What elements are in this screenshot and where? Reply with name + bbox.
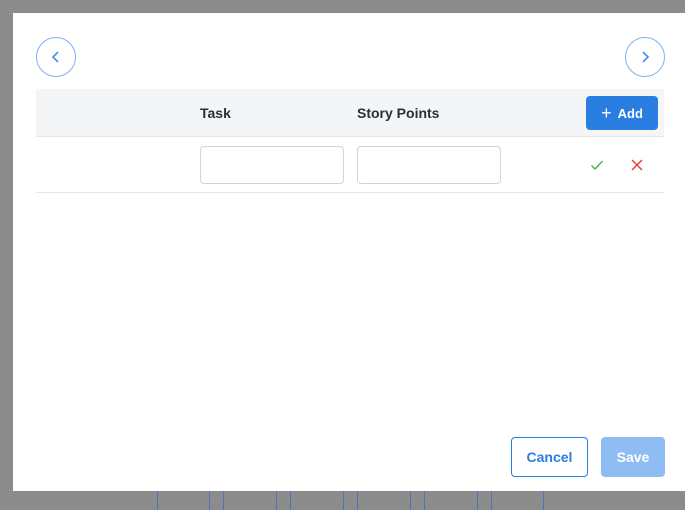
chevron-left-icon	[51, 51, 59, 63]
story-points-modal: Task Story Points + Add Cancel Save	[13, 13, 685, 491]
chevron-right-icon	[642, 51, 650, 63]
column-header-task: Task	[200, 105, 231, 121]
cancel-button[interactable]: Cancel	[511, 437, 588, 477]
table-row	[36, 137, 664, 193]
save-button[interactable]: Save	[601, 437, 665, 477]
column-header-story-points: Story Points	[357, 105, 440, 121]
task-input[interactable]	[200, 146, 344, 184]
story-points-input[interactable]	[357, 146, 501, 184]
x-icon	[631, 159, 643, 171]
add-row-button[interactable]: + Add	[586, 96, 658, 130]
plus-icon: +	[601, 103, 612, 123]
previous-button[interactable]	[36, 37, 76, 77]
next-button[interactable]	[625, 37, 665, 77]
check-icon	[591, 160, 604, 171]
add-button-label: Add	[617, 105, 643, 121]
table-header: Task Story Points + Add	[36, 89, 664, 137]
confirm-row-button[interactable]	[587, 155, 607, 175]
discard-row-button[interactable]	[627, 155, 647, 175]
